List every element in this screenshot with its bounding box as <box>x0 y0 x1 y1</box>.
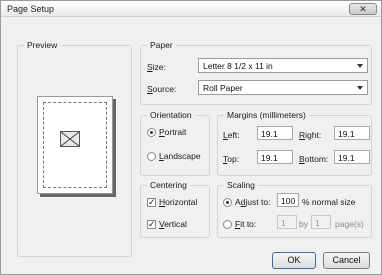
top-margin-input[interactable]: 19.1 <box>257 150 293 164</box>
landscape-label[interactable]: Landscape <box>159 151 201 161</box>
adjust-to-input[interactable]: 100 <box>277 193 299 207</box>
horizontal-label[interactable]: Horizontal <box>159 197 197 207</box>
centering-title: Centering <box>147 180 190 190</box>
adjust-suffix: % normal size <box>302 197 356 207</box>
adjust-to-label[interactable]: Adjust to: <box>235 197 270 207</box>
source-value: Roll Paper <box>203 83 243 93</box>
right-margin-input[interactable]: 19.1 <box>334 126 370 140</box>
top-margin-label: Top: <box>223 154 240 164</box>
chevron-down-icon <box>357 64 363 68</box>
fit-by-label: by <box>299 219 308 229</box>
portrait-label[interactable]: Portrait <box>159 127 186 137</box>
adjust-to-radio[interactable] <box>223 198 232 207</box>
size-select[interactable]: Letter 8 1/2 x 11 in <box>198 58 368 73</box>
source-label: Source: <box>147 84 177 94</box>
size-label: Size: <box>147 62 166 72</box>
fit-to-radio[interactable] <box>223 220 232 229</box>
left-margin-label: Left: <box>223 130 240 140</box>
landscape-radio[interactable] <box>147 152 156 161</box>
vertical-checkbox[interactable]: ✓ <box>147 220 156 229</box>
margins-group: Margins (millimeters) <box>217 110 372 176</box>
cancel-button[interactable]: Cancel <box>323 252 370 269</box>
paper-title: Paper <box>147 40 176 50</box>
paper-group: Paper <box>140 40 372 105</box>
size-value: Letter 8 1/2 x 11 in <box>203 61 273 71</box>
margins-title: Margins (millimeters) <box>224 110 309 120</box>
portrait-radio[interactable] <box>147 128 156 137</box>
ok-button[interactable]: OK <box>272 252 316 269</box>
fit-to-height-input[interactable]: 1 <box>311 215 331 229</box>
fit-to-label[interactable]: Fit to: <box>235 219 256 229</box>
chevron-down-icon <box>357 86 363 90</box>
bottom-margin-input[interactable]: 19.1 <box>334 150 370 164</box>
centering-group: Centering <box>140 180 210 238</box>
content-placeholder-icon <box>60 131 80 147</box>
window-title: Page Setup <box>7 4 55 14</box>
orientation-group: Orientation <box>140 110 210 176</box>
preview-title: Preview <box>24 40 61 50</box>
scaling-title: Scaling <box>224 180 258 190</box>
orientation-title: Orientation <box>147 110 195 120</box>
title-bar: Page Setup ✕ <box>1 1 381 17</box>
close-icon[interactable]: ✕ <box>349 3 377 15</box>
left-margin-input[interactable]: 19.1 <box>257 126 293 140</box>
fit-suffix: page(s) <box>335 219 364 229</box>
vertical-label[interactable]: Vertical <box>159 219 187 229</box>
bottom-margin-label: Bottom: <box>299 154 329 164</box>
page-setup-dialog: Page Setup ✕ Preview Paper Size: Letter … <box>0 0 382 275</box>
horizontal-checkbox[interactable]: ✓ <box>147 198 156 207</box>
fit-to-width-input[interactable]: 1 <box>277 215 297 229</box>
right-margin-label: Right: <box>299 130 322 140</box>
source-select[interactable]: Roll Paper <box>198 80 368 95</box>
preview-page <box>37 96 113 194</box>
